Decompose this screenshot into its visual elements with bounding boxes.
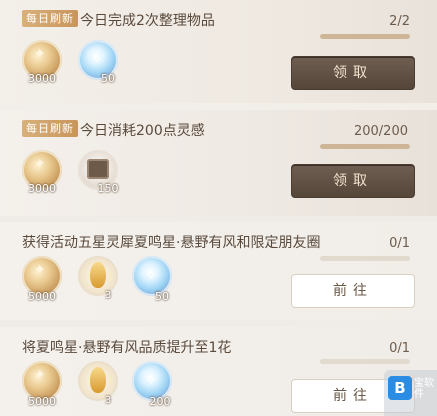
task-title: 将夏鸣星·悬野有风品质提升至1花 <box>22 340 232 356</box>
reward-qty: 50 <box>155 290 169 303</box>
reward-qty: 3000 <box>28 182 56 195</box>
task-progress: 0/1 <box>389 341 410 356</box>
progress-bar <box>320 34 410 39</box>
progress-bar <box>320 256 410 261</box>
task-card-2: 每日刷新 今日消耗200点灵感 200/200 ✦ 3000 150 领取 <box>0 110 437 216</box>
daily-refresh-badge: 每日刷新 <box>22 120 78 137</box>
reward-qty: 200 <box>149 395 171 408</box>
task-title: 今日完成2次整理物品 <box>80 13 215 29</box>
go-button[interactable]: 前往 <box>291 274 415 308</box>
reward-qty: 50 <box>101 72 115 85</box>
watermark-text: 宝软件 <box>414 378 434 400</box>
reward-qty: 3000 <box>28 72 56 85</box>
watermark-logo: B 宝软件 <box>384 370 437 416</box>
task-card-3: 获得活动五星灵犀夏鸣星·悬野有风和限定朋友圈 0/1 ✦ 5000 3 ✧ 50… <box>0 222 437 320</box>
claim-button[interactable]: 领取 <box>291 56 415 90</box>
watermark-b-icon: B <box>388 376 412 400</box>
daily-refresh-badge: 每日刷新 <box>22 10 78 27</box>
claim-button[interactable]: 领取 <box>291 164 415 198</box>
task-card-1: 每日刷新 今日完成2次整理物品 2/2 ✦ 3000 ✧ 50 领取 <box>0 0 437 103</box>
reward-qty: 3 <box>104 395 112 406</box>
reward-qty: 5000 <box>28 290 56 303</box>
task-progress: 0/1 <box>389 236 410 251</box>
progress-bar <box>320 359 410 364</box>
progress-bar <box>320 144 410 149</box>
reward-qty: 5000 <box>28 395 56 408</box>
reward-qty: 3 <box>104 290 112 301</box>
task-progress: 2/2 <box>389 14 410 29</box>
task-progress: 200/200 <box>353 124 408 139</box>
task-card-4: 将夏鸣星·悬野有风品质提升至1花 0/1 ✦ 5000 3 ✧ 200 前往 <box>0 327 437 416</box>
task-title: 今日消耗200点灵感 <box>80 123 205 139</box>
reward-qty: 150 <box>97 182 119 195</box>
task-title: 获得活动五星灵犀夏鸣星·悬野有风和限定朋友圈 <box>22 235 321 251</box>
